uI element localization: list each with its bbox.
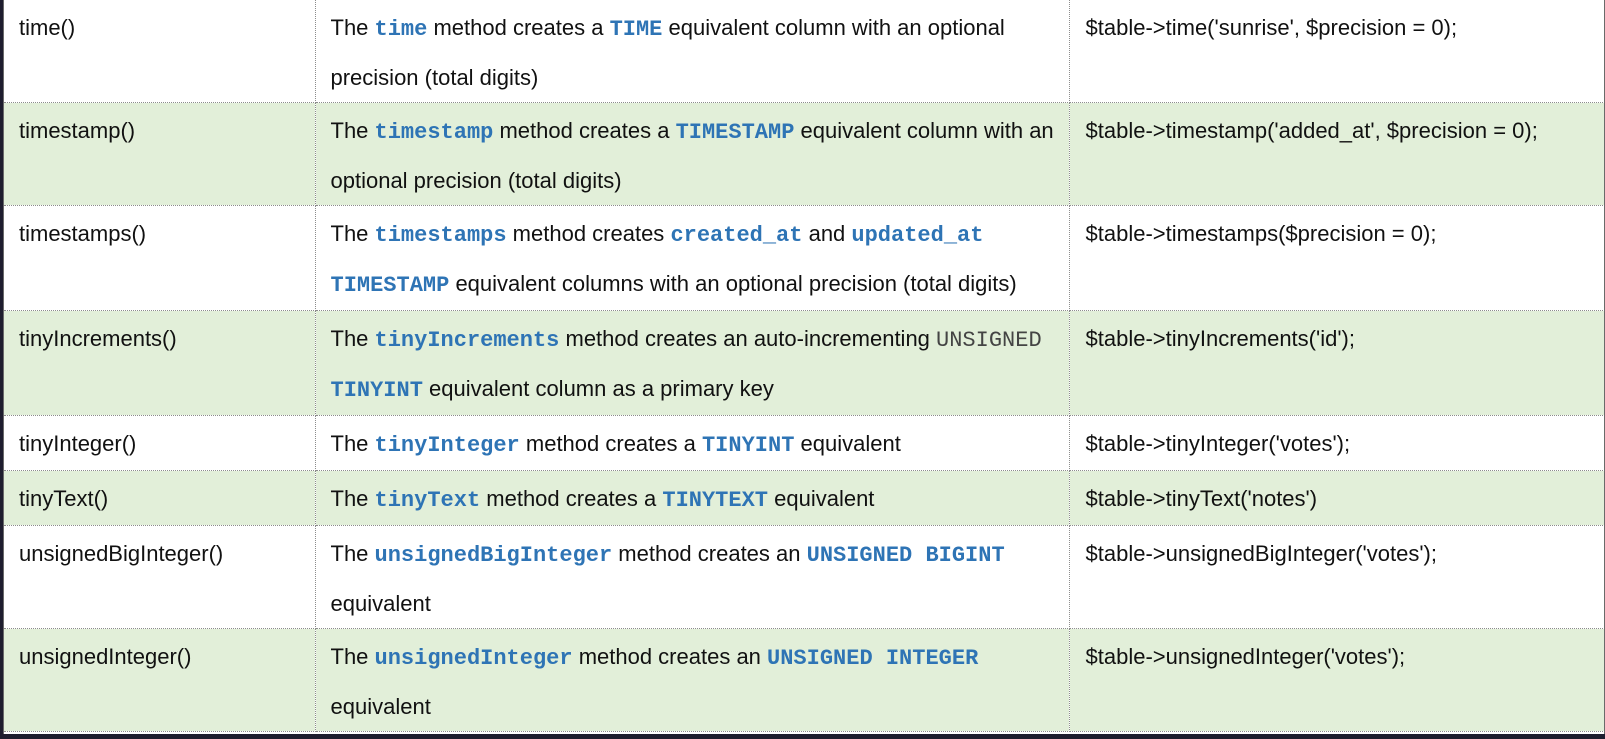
method-name-cell: timestamp()	[4, 102, 316, 206]
description-text: equivalent column as a primary key	[422, 376, 774, 401]
document-page: time() The time method creates a TIME eq…	[3, 0, 1605, 734]
code-keyword: updated_at	[851, 223, 984, 248]
code-keyword: tinyInteger	[374, 433, 520, 458]
code-text: UNSIGNED	[936, 328, 1042, 353]
table-row: timestamp() The timestamp method creates…	[4, 102, 1604, 206]
code-keyword: TIME	[609, 17, 663, 42]
description-text: equivalent	[794, 431, 901, 456]
description-cell: The time method creates a TIME equivalen…	[314, 0, 1070, 103]
description-text: method creates a	[519, 431, 702, 456]
method-name-cell: tinyIncrements()	[4, 310, 316, 416]
example-code-cell: $table->tinyInteger('votes');	[1068, 415, 1604, 471]
description-cell: The timestamp method creates a TIMESTAMP…	[314, 102, 1070, 206]
description-text: The	[330, 221, 375, 246]
description-text: method creates an	[612, 541, 807, 566]
code-keyword: time	[374, 17, 428, 42]
code-keyword: UNSIGNED BIGINT	[806, 543, 1005, 568]
code-keyword: TINYINT	[330, 378, 423, 403]
description-text: The	[330, 541, 375, 566]
code-keyword: TIMESTAMP	[675, 120, 795, 145]
description-cell: The tinyIncrements method creates an aut…	[314, 310, 1070, 416]
example-code-cell: $table->tinyIncrements('id');	[1068, 310, 1604, 416]
description-text: method creates an auto-incrementing	[559, 326, 937, 351]
code-keyword: tinyIncrements	[374, 328, 560, 353]
code-keyword: unsignedInteger	[374, 646, 573, 671]
description-text: equivalent	[330, 591, 431, 616]
description-text: The	[330, 15, 375, 40]
code-keyword: TINYINT	[701, 433, 795, 458]
description-text: The	[330, 486, 375, 511]
table-row: tinyText() The tinyText method creates a…	[4, 470, 1604, 526]
method-name-cell: tinyInteger()	[4, 415, 316, 471]
description-text: The	[330, 644, 375, 669]
code-keyword: tinyText	[374, 488, 481, 513]
code-keyword: TIMESTAMP	[330, 273, 450, 298]
code-keyword: timestamp	[374, 120, 494, 145]
code-keyword: UNSIGNED INTEGER	[767, 646, 979, 671]
description-text: equivalent	[768, 486, 875, 511]
method-name-cell: unsignedBigInteger()	[4, 525, 316, 629]
description-text: method creates an	[572, 644, 768, 669]
description-cell: The tinyInteger method creates a TINYINT…	[314, 415, 1070, 471]
example-code-cell: $table->unsignedBigInteger('votes');	[1068, 525, 1604, 629]
method-name-cell: timestamps()	[4, 205, 316, 311]
description-text: method creates a	[493, 118, 676, 143]
description-text: and	[802, 221, 852, 246]
table-row: timestamps() The timestamps method creat…	[4, 205, 1604, 311]
method-name-cell: tinyText()	[4, 470, 316, 526]
description-text: method creates a	[480, 486, 663, 511]
example-code-cell: $table->tinyText('notes')	[1068, 470, 1604, 526]
method-name-cell: time()	[4, 0, 316, 103]
code-keyword: unsignedBigInteger	[374, 543, 613, 568]
example-code-cell: $table->timestamps($precision = 0);	[1068, 205, 1604, 311]
table-row: tinyIncrements() The tinyIncrements meth…	[4, 310, 1604, 416]
description-text: The	[330, 326, 375, 351]
description-cell: The unsignedInteger method creates an UN…	[314, 628, 1070, 732]
description-cell: The timestamps method creates created_at…	[314, 205, 1070, 311]
description-cell: The unsignedBigInteger method creates an…	[314, 525, 1070, 629]
description-text: The	[330, 431, 375, 456]
table-row: time() The time method creates a TIME eq…	[4, 0, 1604, 103]
description-text: method creates	[506, 221, 671, 246]
example-code-cell: $table->unsignedInteger('votes');	[1068, 628, 1604, 732]
method-name-cell: unsignedInteger()	[4, 628, 316, 732]
description-text: equivalent columns with an optional prec…	[449, 271, 1017, 296]
table-row: unsignedBigInteger() The unsignedBigInte…	[4, 525, 1604, 629]
description-text: equivalent	[330, 694, 431, 719]
table-row: unsignedInteger() The unsignedInteger me…	[4, 628, 1604, 732]
description-cell: The tinyText method creates a TINYTEXT e…	[314, 470, 1070, 526]
example-code-cell: $table->time('sunrise', $precision = 0);	[1068, 0, 1604, 103]
description-text: The	[330, 118, 375, 143]
example-code-cell: $table->timestamp('added_at', $precision…	[1068, 102, 1604, 206]
code-keyword: timestamps	[374, 223, 507, 248]
description-text: method creates a	[427, 15, 610, 40]
code-keyword: TINYTEXT	[662, 488, 768, 513]
table-row: tinyInteger() The tinyInteger method cre…	[4, 415, 1604, 471]
column-methods-table: time() The time method creates a TIME eq…	[4, 0, 1604, 732]
code-keyword: created_at	[670, 223, 803, 248]
table-body: time() The time method creates a TIME eq…	[4, 0, 1604, 732]
